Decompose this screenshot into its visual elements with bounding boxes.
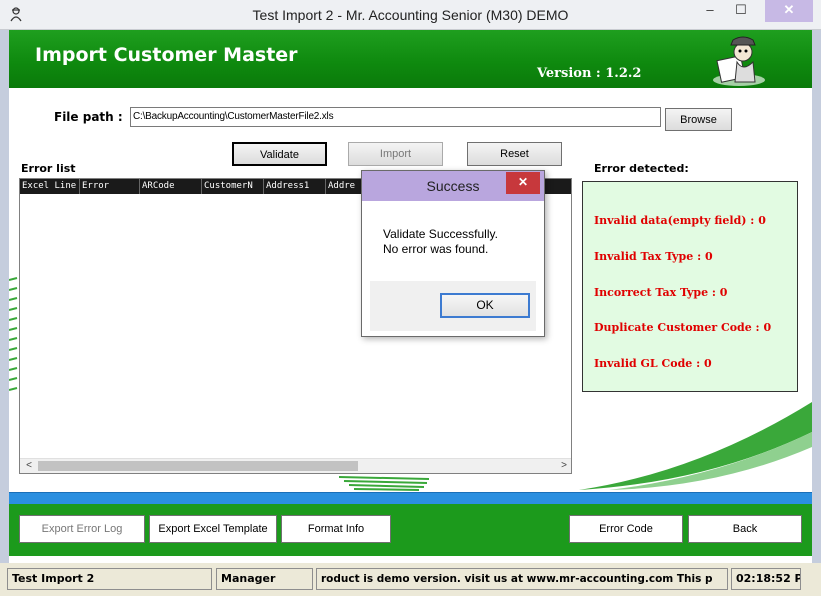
validate-button[interactable]: Validate (232, 142, 327, 166)
error-count-invalid-gl-code: Invalid GL Code : 0 (594, 357, 712, 370)
divider-bar (9, 492, 812, 504)
decorative-wave-icon (339, 476, 429, 491)
error-list-label: Error list (21, 162, 76, 175)
column-header-error[interactable]: Error (80, 179, 140, 194)
page-title: Import Customer Master (35, 44, 298, 66)
bottom-toolbar: Export Error Log Export Excel Template F… (9, 504, 812, 556)
window-titlebar: Test Import 2 - Mr. Accounting Senior (M… (0, 0, 821, 30)
version-label: Version : 1.2.2 (537, 66, 642, 81)
mascot-logo-icon (713, 36, 765, 86)
ok-button[interactable]: OK (440, 293, 530, 318)
success-dialog: Success ✕ Validate Successfully. No erro… (361, 170, 545, 337)
import-button[interactable]: Import (348, 142, 443, 166)
export-excel-template-button[interactable]: Export Excel Template (149, 515, 277, 543)
back-button[interactable]: Back (688, 515, 802, 543)
error-count-duplicate-customer: Duplicate Customer Code : 0 (594, 321, 772, 334)
status-user: Manager (216, 568, 313, 590)
format-info-button[interactable]: Format Info (281, 515, 391, 543)
error-detected-label: Error detected: (594, 162, 689, 175)
reset-button[interactable]: Reset (467, 142, 562, 166)
error-count-invalid-tax-type: Invalid Tax Type : 0 (594, 250, 713, 263)
error-code-button[interactable]: Error Code (569, 515, 683, 543)
column-header-arcode[interactable]: ARCode (140, 179, 202, 194)
scroll-left-icon[interactable]: < (22, 459, 36, 473)
file-path-label: File path : (54, 110, 123, 124)
dialog-footer: OK (370, 281, 536, 331)
minimize-button[interactable]: – (697, 0, 723, 22)
decorative-stripes-icon (9, 277, 18, 391)
dialog-body: Validate Successfully. No error was foun… (370, 201, 536, 331)
error-detected-panel: Invalid data(empty field) : 0 Invalid Ta… (582, 181, 798, 392)
scroll-thumb[interactable] (38, 461, 358, 471)
status-message: roduct is demo version. visit us at www.… (316, 568, 728, 590)
column-header-address1[interactable]: Address1 (264, 179, 326, 194)
export-error-log-button[interactable]: Export Error Log (19, 515, 145, 543)
close-window-button[interactable]: ✕ (765, 0, 813, 22)
header-banner: Import Customer Master Version : 1.2.2 (9, 30, 812, 88)
column-header-excel-line[interactable]: Excel Line (20, 179, 80, 194)
decorative-swoosh-icon (579, 402, 812, 490)
status-company: Test Import 2 (7, 568, 212, 590)
status-bar: Test Import 2 Manager roduct is demo ver… (0, 563, 821, 596)
horizontal-scrollbar[interactable]: < > (20, 458, 571, 473)
dialog-titlebar: Success ✕ (362, 171, 544, 201)
status-time: 02:18:52 PM (731, 568, 801, 590)
dialog-close-button[interactable]: ✕ (506, 172, 540, 194)
column-header-customer-name[interactable]: CustomerN (202, 179, 264, 194)
error-count-incorrect-tax-type: Incorrect Tax Type : 0 (594, 286, 728, 299)
error-count-empty-field: Invalid data(empty field) : 0 (594, 214, 766, 227)
dialog-message-line1: Validate Successfully. (383, 227, 498, 241)
dialog-message-line2: No error was found. (383, 242, 489, 256)
browse-button[interactable]: Browse (665, 108, 732, 131)
file-path-input[interactable]: C:\BackupAccounting\CustomerMasterFile2.… (130, 107, 661, 127)
maximize-button[interactable]: ☐ (728, 0, 754, 22)
